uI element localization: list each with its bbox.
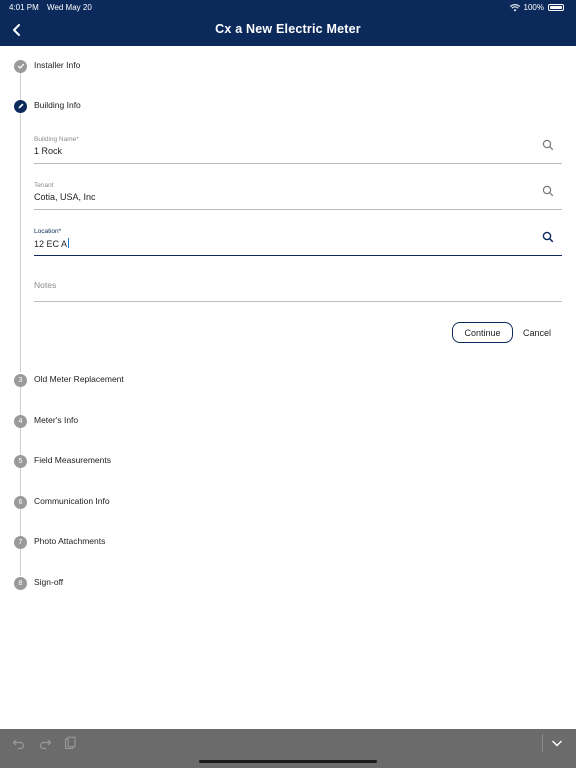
status-time: 4:01 PM — [9, 3, 39, 12]
step-communication-info[interactable]: 6 Communication Info — [14, 495, 110, 509]
step-field-measurements[interactable]: 5 Field Measurements — [14, 454, 111, 468]
paste-icon[interactable] — [63, 736, 77, 750]
redo-icon[interactable] — [38, 736, 52, 750]
step-number: 6 — [14, 495, 27, 509]
status-date: Wed May 20 — [47, 3, 92, 12]
location-value: 12 EC A — [34, 239, 68, 249]
step-label: Meter's Info — [34, 415, 79, 425]
text-caret — [68, 238, 70, 248]
status-bar-right: 100% — [509, 3, 564, 12]
battery-icon — [548, 4, 564, 11]
tenant-label: Tenant — [34, 182, 54, 189]
undo-icon[interactable] — [12, 736, 26, 750]
step-old-meter-replacement[interactable]: 3 Old Meter Replacement — [14, 373, 124, 387]
status-bar-left: 4:01 PM Wed May 20 — [9, 3, 98, 12]
step-label: Building Info — [34, 100, 81, 110]
wifi-icon — [509, 3, 520, 11]
cancel-button[interactable]: Cancel — [518, 322, 556, 343]
step-meters-info[interactable]: 4 Meter's Info — [14, 414, 78, 428]
continue-button[interactable]: Continue — [452, 322, 513, 343]
step-number: 7 — [14, 535, 27, 549]
step-number: 5 — [14, 454, 27, 468]
step-number: 8 — [14, 576, 27, 590]
stepper-rail — [20, 72, 21, 372]
step-installer-info[interactable]: Installer Info — [14, 59, 80, 73]
location-value-wrapper: 12 EC A — [34, 238, 70, 249]
step-label: Communication Info — [34, 496, 110, 506]
notes-placeholder: Notes — [34, 280, 57, 290]
step-label: Photo Attachments — [34, 536, 106, 546]
page-title: Cx a New Electric Meter — [215, 22, 361, 36]
building-name-label: Building Name* — [34, 136, 79, 143]
step-label: Old Meter Replacement — [34, 374, 124, 384]
step-label: Sign-off — [34, 577, 64, 587]
building-name-field[interactable]: Building Name* 1 Rock — [34, 133, 562, 164]
search-icon[interactable] — [542, 139, 554, 151]
tenant-value: Cotia, USA, Inc — [34, 192, 96, 202]
step-label: Field Measurements — [34, 455, 112, 465]
app-header: 4:01 PM Wed May 20 100% Cx a New Electri… — [0, 0, 576, 46]
dismiss-keyboard-chevron-icon[interactable] — [550, 736, 564, 750]
step-photo-attachments[interactable]: 7 Photo Attachments — [14, 535, 105, 549]
tenant-field[interactable]: Tenant Cotia, USA, Inc — [34, 179, 562, 210]
battery-percent: 100% — [523, 3, 544, 12]
step-number: 3 — [14, 373, 27, 387]
home-indicator — [199, 760, 377, 763]
location-field[interactable]: Location* 12 EC A — [34, 225, 562, 256]
step-number: 4 — [14, 414, 27, 428]
building-name-value: 1 Rock — [34, 146, 63, 156]
check-icon — [14, 59, 27, 73]
search-icon[interactable] — [542, 185, 554, 197]
step-building-info[interactable]: Building Info — [14, 99, 81, 113]
step-label: Installer Info — [34, 60, 81, 70]
location-label: Location* — [34, 228, 62, 235]
search-icon[interactable] — [542, 231, 554, 243]
notes-field[interactable]: Notes — [34, 271, 562, 302]
step-sign-off[interactable]: 8 Sign-off — [14, 576, 63, 590]
pencil-icon — [14, 99, 27, 113]
toolbar-divider — [542, 734, 543, 752]
